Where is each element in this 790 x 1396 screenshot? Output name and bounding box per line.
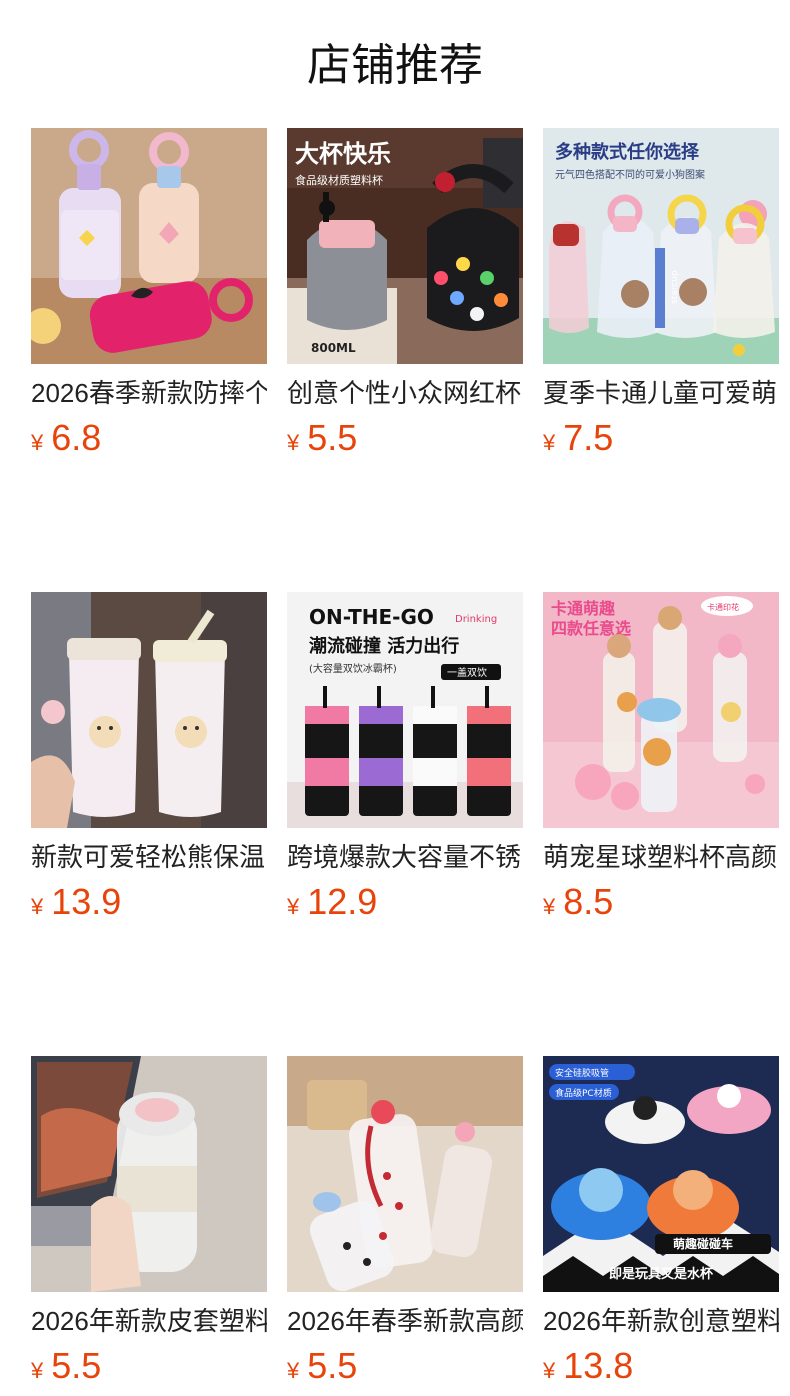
product-image[interactable]: 多种款式任你选择 元气四色搭配不同的可爱小狗图案 starcup [543,128,779,364]
product-price: ¥8.5 [543,880,779,924]
product-image[interactable] [31,592,267,828]
currency-symbol: ¥ [31,430,44,455]
product-name[interactable]: 创意个性小众网红杯 [287,376,523,410]
currency-symbol: ¥ [287,1358,300,1383]
product-name[interactable]: 新款可爱轻松熊保温 [31,840,267,874]
promo-headline: 萌趣碰碰车 [673,1236,733,1251]
product-price: ¥5.5 [287,416,523,460]
promo-tag: 卡通印花 [707,602,739,612]
product-image[interactable]: 卡通萌趣 四款任意选 卡通印花 [543,592,779,828]
product-image[interactable] [31,128,267,364]
product-image[interactable] [31,1056,267,1292]
product-name[interactable]: 2026年春季新款高颜 [287,1304,523,1338]
promo-subline: 即是玩具又是水杯 [609,1266,714,1282]
product-card[interactable]: 安全硅胶吸管 食品级PC材质 萌趣碰碰车 即是玩具又是水杯 2026年新款创意塑… [543,1056,779,1388]
price-value: 13.8 [563,1345,634,1386]
product-card[interactable]: 2026春季新款防摔个 ¥6.8 [31,128,267,460]
product-price: ¥7.5 [543,416,779,460]
promo-headline: 潮流碰撞 活力出行 [309,635,459,657]
promo-subline: 食品级材质塑料杯 [295,173,383,187]
product-price: ¥5.5 [31,1344,267,1388]
currency-symbol: ¥ [543,430,556,455]
currency-symbol: ¥ [543,1358,556,1383]
price-value: 13.9 [51,881,122,922]
product-card[interactable]: ON-THE-GO Drinking 潮流碰撞 活力出行 (大容量双饮冰霸杯) … [287,592,523,924]
product-price: ¥5.5 [287,1344,523,1388]
promo-subline: 元气四色搭配不同的可爱小狗图案 [555,168,705,181]
promo-tag: Drinking [455,614,497,625]
currency-symbol: ¥ [287,430,300,455]
product-grid: 2026春季新款防摔个 ¥6.8 大杯快乐 食品级材质塑料杯 800ML 创意个… [31,128,779,1388]
product-image[interactable]: 大杯快乐 食品级材质塑料杯 800ML [287,128,523,364]
capacity-label: 800ML [311,341,356,355]
price-value: 7.5 [563,417,614,458]
product-name[interactable]: 2026年新款创意塑料 [543,1304,779,1338]
brand-label: starcup [670,270,680,304]
promo-headline: 多种款式任你选择 [555,141,700,163]
promo-headline: 卡通萌趣 [551,599,616,618]
price-value: 8.5 [563,881,614,922]
product-image[interactable]: 安全硅胶吸管 食品级PC材质 萌趣碰碰车 即是玩具又是水杯 [543,1056,779,1292]
price-value: 5.5 [307,1345,358,1386]
promo-badge: 一盖双饮 [447,666,487,679]
product-name[interactable]: 2026春季新款防摔个 [31,376,267,410]
product-card[interactable]: 多种款式任你选择 元气四色搭配不同的可爱小狗图案 starcup 夏季卡通儿童可… [543,128,779,460]
promo-subline: (大容量双饮冰霸杯) [309,662,397,675]
price-value: 6.8 [51,417,102,458]
product-card[interactable]: 2026年新款皮套塑料 ¥5.5 [31,1056,267,1388]
product-card[interactable]: 2026年春季新款高颜 ¥5.5 [287,1056,523,1388]
product-card[interactable]: 新款可爱轻松熊保温 ¥13.9 [31,592,267,924]
product-card[interactable]: 大杯快乐 食品级材质塑料杯 800ML 创意个性小众网红杯 ¥ 5.5 [287,128,523,460]
product-name[interactable]: 跨境爆款大容量不锈 [287,840,523,874]
currency-symbol: ¥ [287,894,300,919]
price-value: 5.5 [51,1345,102,1386]
feature-badge-2: 食品级PC材质 [555,1087,612,1099]
price-value: 12.9 [307,881,378,922]
currency-symbol: ¥ [31,894,44,919]
promo-headline-en: ON-THE-GO [309,605,434,629]
promo-headline: 大杯快乐 [295,140,391,168]
product-price: ¥13.8 [543,1344,779,1388]
feature-badge-1: 安全硅胶吸管 [555,1067,609,1079]
product-name[interactable]: 2026年新款皮套塑料 [31,1304,267,1338]
product-card[interactable]: 卡通萌趣 四款任意选 卡通印花 萌宠星球塑料杯高颜 ¥ 8.5 [543,592,779,924]
product-price: ¥12.9 [287,880,523,924]
page-title: 店铺推荐 [307,41,483,90]
product-image[interactable] [287,1056,523,1292]
price-value: 5.5 [307,417,358,458]
product-price: ¥13.9 [31,880,267,924]
product-price: ¥6.8 [31,416,267,460]
product-name[interactable]: 夏季卡通儿童可爱萌 [543,376,779,410]
product-name[interactable]: 萌宠星球塑料杯高颜 [543,840,779,874]
currency-symbol: ¥ [31,1358,44,1383]
currency-symbol: ¥ [543,894,556,919]
product-image[interactable]: ON-THE-GO Drinking 潮流碰撞 活力出行 (大容量双饮冰霸杯) … [287,592,523,828]
